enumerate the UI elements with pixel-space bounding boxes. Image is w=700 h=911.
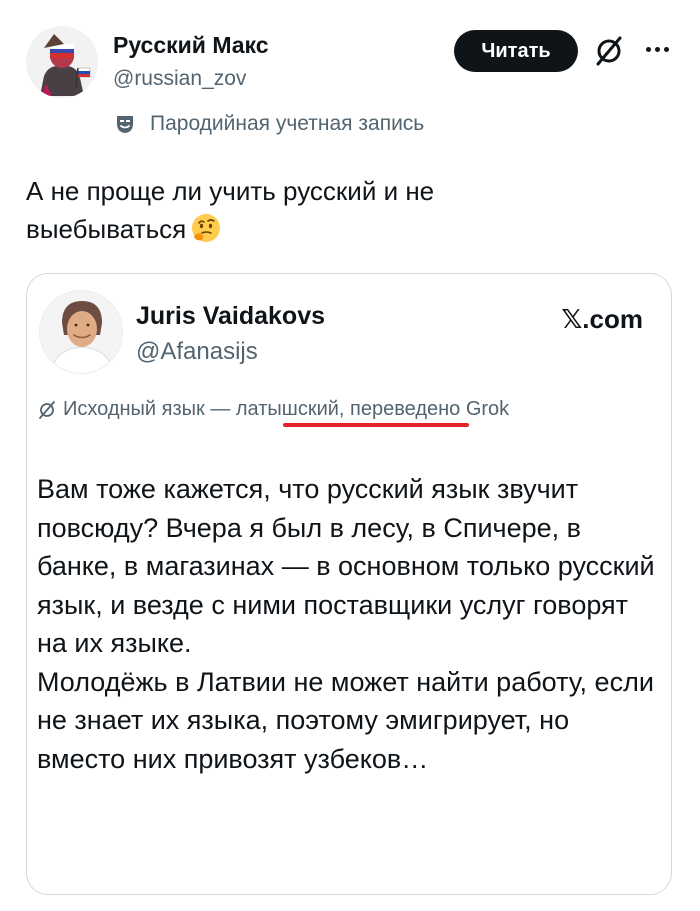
quoted-post-card[interactable]: Juris Vaidakovs @Afanasijs 𝕏.com Исходны…: [26, 273, 672, 895]
quoted-post-text: Вам тоже кажется, что русский язык звучи…: [37, 474, 655, 774]
quoted-author-name[interactable]: Juris Vaidakovs: [136, 302, 325, 331]
tweet-text: А не проще ли учить русский и не выебыва…: [26, 172, 586, 248]
source-label: 𝕏.com: [561, 304, 643, 334]
author-handle[interactable]: @russian_zov: [113, 67, 246, 91]
author-name[interactable]: Русский Макс: [113, 32, 269, 59]
more-icon[interactable]: [640, 36, 674, 62]
thinking-face-icon: [190, 212, 222, 244]
tweet-text-content: А не проще ли учить русский и не выебыва…: [26, 176, 435, 244]
translation-note: Исходный язык — латышский, переведено Gr…: [37, 398, 509, 421]
parody-account-label: Пародийная учетная запись: [114, 110, 424, 138]
follow-button[interactable]: Читать: [454, 30, 578, 72]
grok-icon: [39, 400, 55, 419]
translation-note-text: Исходный язык — латышский, переведено Gr…: [63, 398, 510, 420]
red-underline-annotation: [283, 423, 469, 427]
mask-icon: [117, 116, 133, 133]
author-avatar[interactable]: [26, 26, 98, 98]
quoted-author-handle[interactable]: @Afanasijs: [136, 338, 258, 366]
parody-label-text: Пародийная учетная запись: [150, 112, 425, 135]
quoted-author-avatar[interactable]: [39, 290, 123, 374]
grok-icon[interactable]: [592, 34, 626, 68]
